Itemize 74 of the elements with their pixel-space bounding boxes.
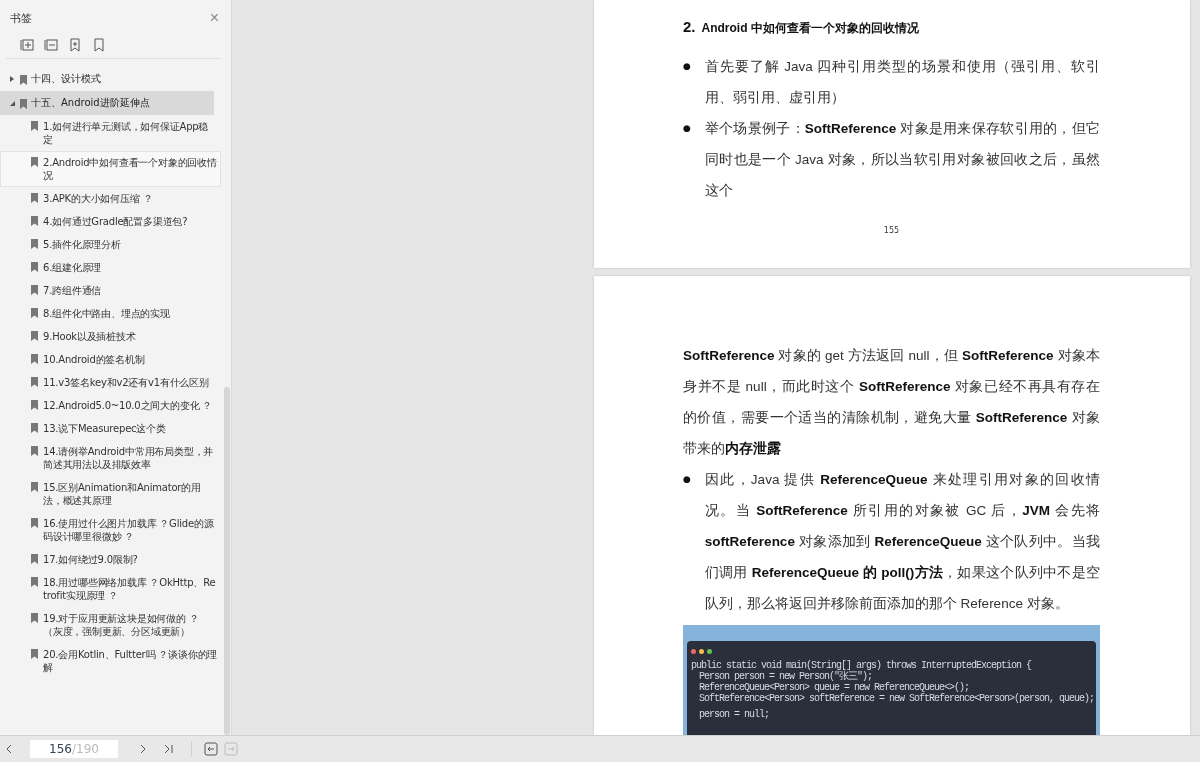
code-line: person = null; bbox=[698, 708, 769, 720]
bookmark-icon bbox=[20, 74, 27, 85]
bookmark-item[interactable]: 十四、设计模式 bbox=[0, 67, 214, 91]
window-dot bbox=[707, 649, 712, 654]
bookmark-item[interactable]: 十五、Android进阶延伸点 bbox=[0, 91, 214, 115]
paragraph: 因此，Java 提供 ReferenceQueue 来处理引用对象的回收情况。当 SoftReference 所引用的对象被 GC 后，JVM 会先将 softReference 对象添加到 ReferenceQueue 这个队列中。当我们调用 ReferenceQueue 的 poll()方法，如果这个队列中不是空队列，那么将返回并移除前面添加的那个 Reference 对象。 bbox=[704, 471, 1100, 613]
bookmark-icon bbox=[31, 121, 38, 131]
bullet: ● bbox=[683, 473, 691, 486]
bookmark-item[interactable]: 2.Android中如何查看一个对象的回收情况 bbox=[0, 151, 221, 187]
paragraph: 举个场景例子：SoftReference 对象是用来保存软引用的，但它同时也是一个 Java 对象，所以当软引用对象被回收之后，虽然这个 bbox=[704, 120, 1100, 200]
bookmark-icon bbox=[31, 285, 38, 295]
bookmark-item[interactable]: 3.APK的大小如何压缩 ？ bbox=[0, 187, 221, 210]
bookmark-icon[interactable] bbox=[92, 38, 106, 52]
chevron-left-icon[interactable] bbox=[6, 743, 12, 754]
bookmark-icon bbox=[31, 193, 38, 203]
panel-title: 书签 bbox=[10, 10, 32, 26]
bookmark-item[interactable]: 9.Hook以及插桩技术 bbox=[0, 325, 221, 348]
bookmark-icon bbox=[31, 377, 38, 387]
page-number-field[interactable]: 156/190 bbox=[30, 740, 118, 758]
bookmark-icon bbox=[31, 331, 38, 341]
heading-number: 2. bbox=[683, 18, 696, 35]
collapsed-triangle-icon[interactable] bbox=[10, 76, 14, 82]
add-bookmark-icon[interactable] bbox=[68, 38, 82, 52]
bookmark-icon bbox=[31, 577, 38, 587]
paragraph: 首先要了解 Java 四种引用类型的场景和使用（强引用、软引用、弱引用、虚引用） bbox=[704, 58, 1100, 107]
bookmark-item[interactable]: 1.如何进行单元测试，如何保证App稳定 bbox=[0, 115, 221, 151]
bookmark-icon bbox=[31, 423, 38, 433]
bookmark-item[interactable]: 20.会用Kotlin、Fultter吗 ？谈谈你的理解 bbox=[0, 643, 221, 679]
bookmark-item[interactable]: 14.请例举Android中常用布局类型，并简述其用法以及排版效率 bbox=[0, 440, 221, 476]
bookmark-item[interactable]: 8.组件化中路由、埋点的实现 bbox=[0, 302, 221, 325]
bookmark-icon bbox=[31, 400, 38, 410]
paragraph: SoftReference 对象的 get 方法返回 null，但 SoftReference 对象本身并不是 null，而此时这个 SoftReference 对象已经不再具有存在的价值，需要一个适当的清除机制，避免大量 SoftReference 对象带来的内存泄露 bbox=[683, 347, 1100, 458]
bookmark-icon bbox=[20, 98, 27, 109]
bookmark-item[interactable]: 15.区别Animation和Animator的用法，概述其原理 bbox=[0, 476, 221, 512]
scrollbar-thumb[interactable] bbox=[224, 387, 230, 735]
bookmark-icon bbox=[31, 518, 38, 528]
code-line: SoftReference<Person> softReference = new SoftReference<Person>(person, queue); bbox=[698, 693, 1095, 704]
bookmark-item[interactable]: 10.Android的签名机制 bbox=[0, 348, 221, 371]
bookmark-icon bbox=[31, 157, 38, 167]
window-dot bbox=[699, 649, 704, 654]
bullet: ● bbox=[683, 122, 691, 135]
window-dot bbox=[691, 649, 696, 654]
bookmark-icon bbox=[31, 262, 38, 272]
last-page-icon[interactable] bbox=[164, 743, 173, 754]
code-line: Person person = new Person("张三"); bbox=[699, 671, 873, 682]
page-number: 155 bbox=[883, 226, 900, 235]
chevron-right-icon[interactable] bbox=[140, 743, 146, 754]
code-line: ReferenceQueue<Person> queue = new ReferenceQueue<>(); bbox=[698, 682, 970, 693]
bookmark-icon bbox=[31, 216, 38, 226]
bookmark-item[interactable]: 19.对于应用更新这块是如何做的 ？（灰度，强制更新、分区域更新） bbox=[0, 607, 221, 643]
bookmark-item[interactable]: 11.v3签名key和v2还有v1有什么区别 bbox=[0, 371, 221, 394]
bullet: ● bbox=[683, 60, 691, 73]
bookmark-icon bbox=[31, 446, 38, 456]
bookmark-item[interactable]: 18.用过哪些网络加载库 ？OkHttp、Retrofit实现原理 ？ bbox=[0, 571, 221, 607]
bookmark-item[interactable]: 16.使用过什么图片加载库 ？Glide的源码设计哪里很微妙 ？ bbox=[0, 512, 221, 548]
bookmark-icon bbox=[31, 613, 38, 623]
bookmark-item[interactable]: 6.组建化原理 bbox=[0, 256, 221, 279]
bookmark-icon bbox=[31, 554, 38, 564]
bookmark-item[interactable]: 13.说下Measurepec这个类 bbox=[0, 417, 221, 440]
section-heading: Android 中如何查看一个对象的回收情况 bbox=[701, 20, 919, 37]
bookmark-icon bbox=[31, 354, 38, 364]
expand-all-icon[interactable] bbox=[20, 38, 34, 52]
bookmark-icon bbox=[31, 482, 38, 492]
bookmark-item[interactable]: 17.如何绕过9.0限制? bbox=[0, 548, 221, 571]
expanded-triangle-icon[interactable] bbox=[10, 100, 15, 106]
bookmark-item[interactable]: 4.如何通过Gradle配置多渠道包? bbox=[0, 210, 221, 233]
bookmark-item[interactable]: 12.Android5.0~10.0之间大的变化 ？ bbox=[0, 394, 221, 417]
code-line: public static void main(String[] args) throws InterruptedException { bbox=[691, 660, 1032, 671]
bookmark-item[interactable]: 5.插件化原理分析 bbox=[0, 233, 221, 256]
bookmark-item[interactable]: 7.跨组件通信 bbox=[0, 279, 221, 302]
bookmark-icon bbox=[31, 649, 38, 659]
bookmark-icon bbox=[31, 308, 38, 318]
bookmark-icon bbox=[31, 239, 38, 249]
back-icon[interactable] bbox=[204, 742, 218, 756]
